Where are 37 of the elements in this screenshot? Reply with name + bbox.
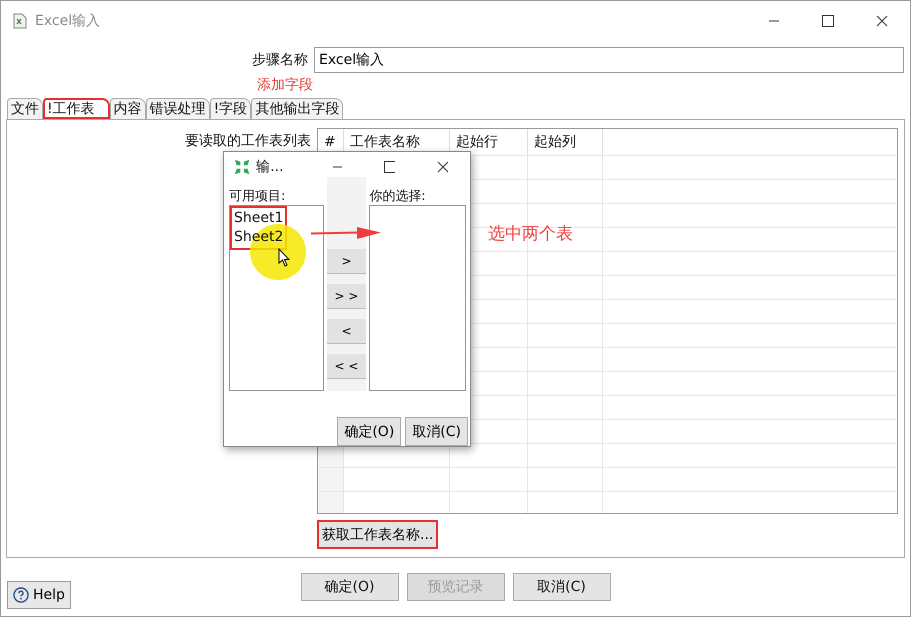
annotation-text: 选中两个表 [488,223,573,245]
tab[interactable]: 错误处理 [146,98,210,119]
column-header[interactable]: 起始列 [528,129,603,155]
sheet-list-label: 要读取的工作表列表 [185,133,311,149]
tab[interactable]: 文件 [7,98,43,119]
step-name-field[interactable]: Excel输入 [314,47,904,73]
close-icon[interactable] [876,15,888,27]
move-button[interactable]: > > [326,284,366,309]
your-selection-label: 你的选择: [369,188,427,205]
get-sheet-names-button[interactable]: 获取工作表名称... [317,520,438,549]
move-button[interactable]: < < [326,354,366,379]
selected-items-list[interactable] [369,205,466,391]
tab[interactable]: !工作表 [43,98,110,119]
dialog-button[interactable]: 确定(O) [300,573,398,601]
dialog-button[interactable]: 取消(C) [405,417,468,446]
annotation-arrow [311,226,381,240]
available-items-label: 可用项目: [229,188,286,205]
add-field-link[interactable]: 添加字段 [257,76,313,94]
dialog-button[interactable]: 取消(C) [512,573,610,601]
dialog-button[interactable]: 确定(O) [337,417,402,446]
window-title: Excel输入 [35,12,100,30]
cursor-icon [278,248,290,267]
close-icon[interactable] [437,160,448,172]
dialog-title: 输... [256,158,284,176]
excel-file-icon [13,13,27,29]
step-name-label: 步骤名称 [252,52,308,68]
maximize-icon[interactable] [384,160,396,172]
move-button[interactable]: > [326,249,366,274]
help-icon [13,587,29,603]
tab[interactable]: 内容 [110,98,146,119]
list-item[interactable]: Sheet1 [234,209,284,228]
maximize-icon[interactable] [822,15,834,27]
arrows-inward-icon [234,158,250,176]
move-button[interactable]: < [326,319,366,344]
tab[interactable]: 其他输出字段 [251,98,344,119]
help-button[interactable]: Help [7,581,71,609]
tab[interactable]: !字段 [210,98,252,119]
